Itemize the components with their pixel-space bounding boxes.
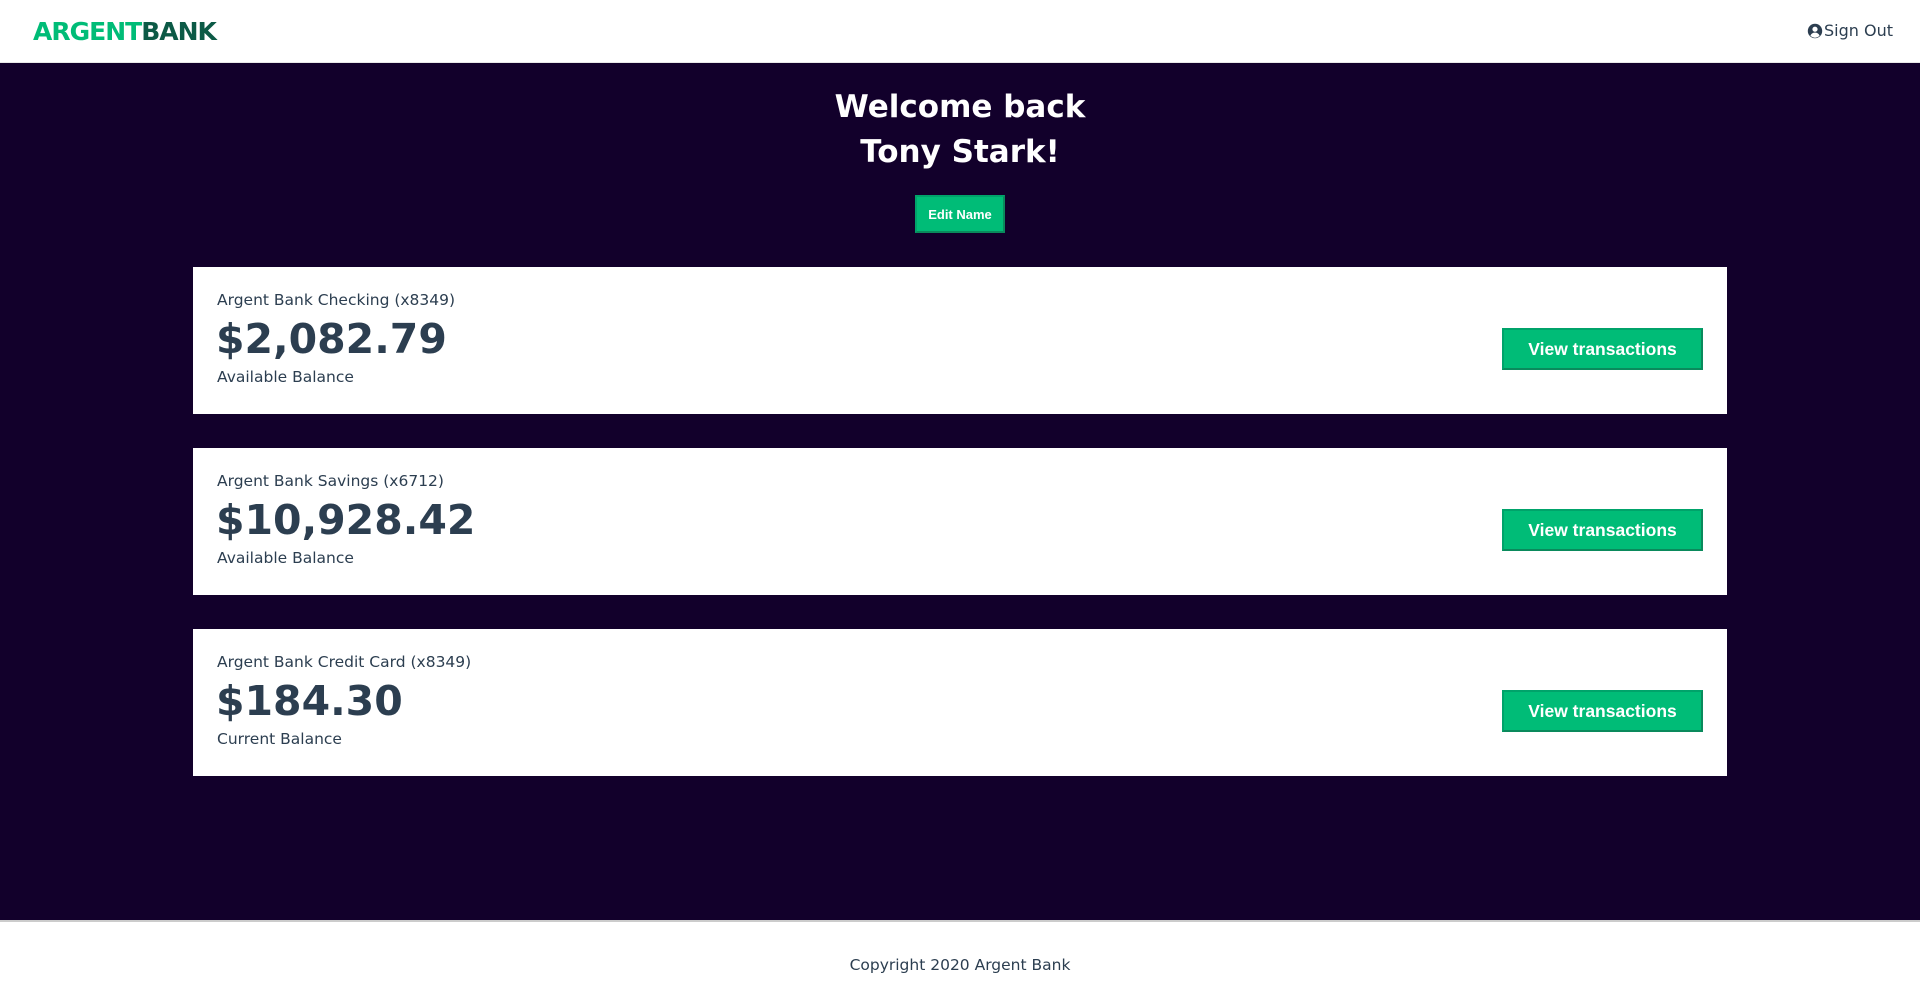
sign-out-label: Sign Out — [1824, 21, 1893, 40]
account-card-credit: Argent Bank Credit Card (x8349) $184.30 … — [193, 629, 1727, 776]
account-title: Argent Bank Savings (x6712) — [217, 472, 444, 490]
top-navigation: ARGENTBANK Sign Out — [0, 0, 1920, 63]
page-footer: Copyright 2020 Argent Bank — [0, 920, 1920, 1001]
account-title: Argent Bank Checking (x8349) — [217, 291, 456, 309]
logo-text-bank: BANK — [141, 17, 217, 46]
copyright-text: Copyright 2020 Argent Bank — [849, 956, 1071, 974]
welcome-line: Welcome back — [834, 89, 1086, 125]
account-amount-description: Current Balance — [217, 730, 342, 748]
account-amount-description: Available Balance — [217, 368, 354, 386]
account-amount: $184.30 — [216, 677, 403, 725]
view-transactions-button[interactable]: View transactions — [1502, 690, 1703, 732]
view-transactions-button[interactable]: View transactions — [1502, 509, 1703, 551]
view-transactions-button[interactable]: View transactions — [1502, 328, 1703, 370]
user-circle-icon — [1807, 23, 1823, 39]
account-card-checking: Argent Bank Checking (x8349) $2,082.79 A… — [193, 267, 1727, 414]
user-full-name: Tony Stark! — [860, 134, 1060, 170]
account-amount: $2,082.79 — [216, 315, 447, 363]
account-title: Argent Bank Credit Card (x8349) — [217, 653, 472, 671]
argent-bank-logo[interactable]: ARGENTBANK — [33, 16, 217, 48]
sign-out-link[interactable]: Sign Out — [1807, 20, 1893, 42]
logo-text-argent: ARGENT — [33, 17, 142, 46]
welcome-heading: Welcome back Tony Stark! — [0, 85, 1920, 175]
account-card-savings: Argent Bank Savings (x6712) $10,928.42 A… — [193, 448, 1727, 595]
account-amount: $10,928.42 — [216, 496, 476, 544]
account-amount-description: Available Balance — [217, 549, 354, 567]
edit-name-button[interactable]: Edit Name — [915, 195, 1005, 233]
dashboard-main: Welcome back Tony Stark! Edit Name Argen… — [0, 63, 1920, 920]
